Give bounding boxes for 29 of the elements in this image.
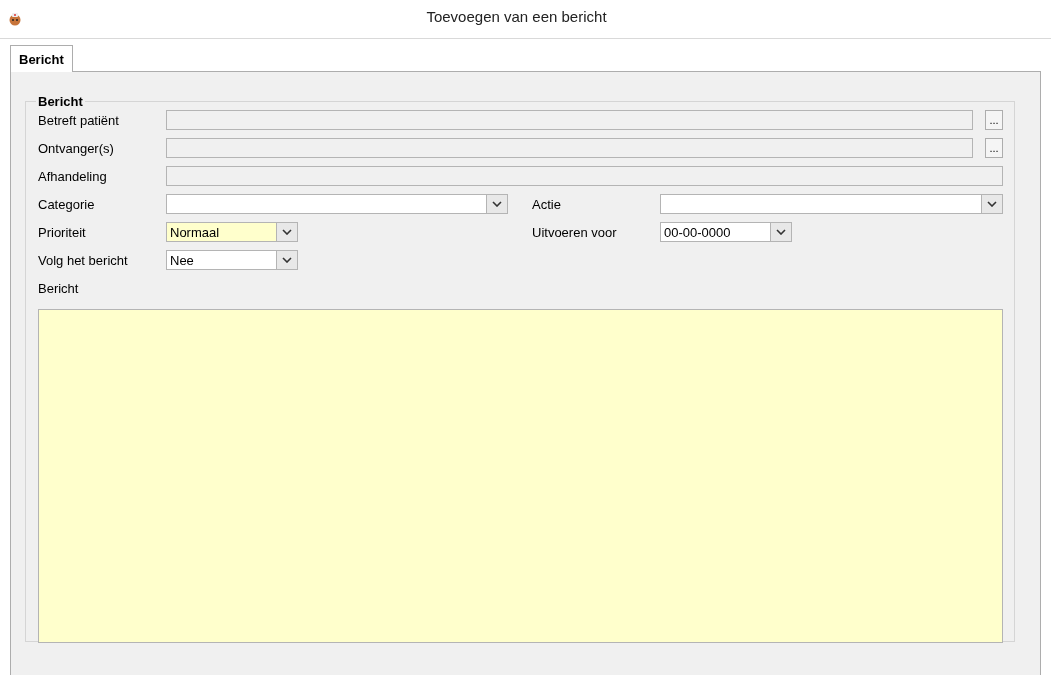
dropdown-field[interactable] (166, 194, 508, 214)
browse-button[interactable]: ... (985, 110, 1003, 130)
browse-button[interactable]: ... (985, 138, 1003, 158)
group-title: Bericht (37, 94, 84, 109)
chevron-down-icon (492, 201, 502, 207)
dropdown-field[interactable]: 00-00-0000 (660, 222, 792, 242)
field-value: Nee (169, 252, 195, 268)
field-value: 00-00-0000 (663, 224, 732, 240)
chevron-down-icon (282, 229, 292, 235)
dropdown-field[interactable] (660, 194, 1003, 214)
window-title: Toevoegen van een bericht (425, 7, 608, 25)
message-text-area[interactable] (38, 309, 1003, 643)
field-label: Betreft patiënt (38, 112, 120, 128)
field-label: Bericht (38, 280, 80, 296)
dropdown-field[interactable]: Normaal (166, 222, 298, 242)
field-label: Prioriteit (38, 224, 87, 240)
field-label: Volg het bericht (38, 252, 129, 268)
field-label: Ontvanger(s) (38, 140, 115, 156)
chevron-down-icon (282, 257, 292, 263)
field-label: Afhandeling (38, 168, 108, 184)
field-value: Normaal (169, 224, 221, 240)
chevron-down-icon (987, 201, 997, 207)
field-label: Actie (532, 196, 562, 212)
tab[interactable]: Bericht (10, 45, 73, 72)
chevron-down-icon (776, 229, 786, 235)
field-label: Uitvoeren voor (532, 224, 618, 240)
field-label: Categorie (38, 196, 96, 212)
dropdown-field[interactable]: Nee (166, 250, 298, 270)
mascot-icon (8, 12, 22, 26)
